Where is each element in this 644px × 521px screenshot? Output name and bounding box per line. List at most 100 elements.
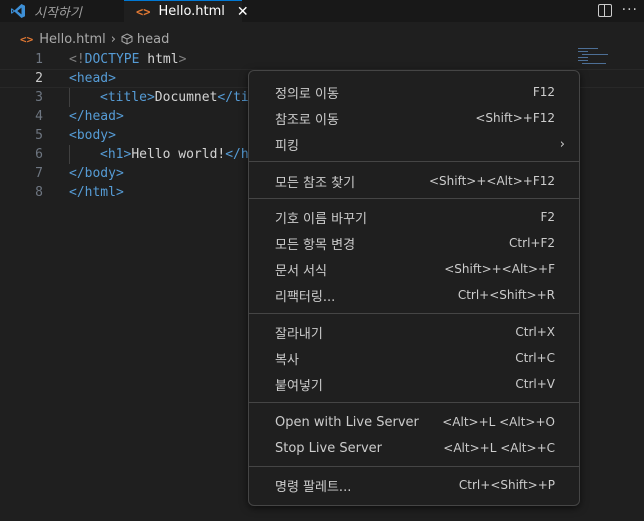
menu-item-label: 명령 팔레트... xyxy=(275,479,352,495)
line-content: <!DOCTYPE html> xyxy=(69,52,186,67)
breadcrumb-symbol[interactable]: head xyxy=(137,32,169,47)
menu-item-label: 복사 xyxy=(275,352,299,368)
menu-item-shortcut: Ctrl+V xyxy=(515,377,555,391)
menu-item-command-palette[interactable]: 명령 팔레트... Ctrl+<Shift>+P xyxy=(253,472,575,498)
menu-item-shortcut: <Shift>+F12 xyxy=(475,111,555,125)
line-number: 5 xyxy=(35,128,43,143)
menu-separator xyxy=(249,198,579,199)
menu-item-shortcut: Ctrl+<Shift>+P xyxy=(458,478,555,492)
code-line: 1 <!DOCTYPE html> xyxy=(0,50,644,69)
minimap-line xyxy=(582,63,606,64)
line-content: </html> xyxy=(69,185,124,200)
menu-item-shortcut: Ctrl+C xyxy=(515,351,555,365)
split-editor-icon[interactable] xyxy=(597,4,612,17)
line-number: 1 xyxy=(35,52,43,67)
cube-icon xyxy=(121,33,133,45)
menu-item-cut[interactable]: 잘라내기 Ctrl+X xyxy=(253,319,575,345)
minimap-line xyxy=(578,48,598,49)
menu-item-go-to-definition[interactable]: 정의로 이동 F12 xyxy=(253,79,575,105)
more-actions-icon[interactable]: ··· xyxy=(622,2,638,18)
menu-item-label: 리팩터링... xyxy=(275,289,336,305)
menu-item-shortcut: Ctrl+F2 xyxy=(509,236,555,250)
menu-item-stop-live-server[interactable]: Stop Live Server <Alt>+L <Alt>+C xyxy=(253,435,575,461)
line-content: <title>Documnet</tit xyxy=(100,90,257,105)
tab-actions: ··· xyxy=(597,2,638,18)
indent-guide xyxy=(69,145,70,164)
line-number: 2 xyxy=(35,71,43,86)
line-content: </head> xyxy=(69,109,124,124)
menu-item-label: 피킹 xyxy=(275,138,299,154)
menu-item-peek[interactable]: 피킹 › xyxy=(253,131,575,157)
html-file-icon: <> xyxy=(136,4,151,19)
tag: <title> xyxy=(100,90,155,105)
line-number: 3 xyxy=(35,90,43,105)
tag: </h xyxy=(225,147,249,162)
html-file-icon: <> xyxy=(20,32,34,46)
chevron-right-icon: › xyxy=(110,31,116,47)
close-icon[interactable]: ✕ xyxy=(237,4,249,20)
menu-item-shortcut: <Alt>+L <Alt>+O xyxy=(442,415,555,429)
menu-item-label: Stop Live Server xyxy=(275,440,382,456)
menu-item-refactor[interactable]: 리팩터링... Ctrl+<Shift>+R xyxy=(253,282,575,308)
menu-item-shortcut: Ctrl+X xyxy=(515,325,555,339)
tab-hello-html[interactable]: <> Hello.html ✕ xyxy=(124,0,249,22)
menu-item-label: 문서 서식 xyxy=(275,263,327,279)
bracket: <! xyxy=(69,52,85,67)
tab-label: Hello.html xyxy=(158,4,225,19)
menu-item-label: 모든 항목 변경 xyxy=(275,237,356,253)
line-content: <h1>Hello world!</h xyxy=(100,147,249,162)
keyword: DOCTYPE xyxy=(84,52,140,67)
menu-item-open-with-live-server[interactable]: Open with Live Server <Alt>+L <Alt>+O xyxy=(253,409,575,435)
line-number: 7 xyxy=(35,166,43,181)
breadcrumb-file[interactable]: Hello.html xyxy=(39,32,105,47)
menu-item-label: Open with Live Server xyxy=(275,414,419,430)
line-content: <head> xyxy=(69,71,116,86)
line-number: 4 xyxy=(35,109,43,124)
indent-guide xyxy=(69,88,70,107)
text: Hello world! xyxy=(131,147,226,162)
menu-item-go-to-references[interactable]: 참조로 이동 <Shift>+F12 xyxy=(253,105,575,131)
menu-item-copy[interactable]: 복사 Ctrl+C xyxy=(253,345,575,371)
line-content: <body> xyxy=(69,128,116,143)
menu-separator xyxy=(249,402,579,403)
line-number: 8 xyxy=(35,185,43,200)
line-content: </body> xyxy=(69,166,124,181)
menu-item-label: 기호 이름 바꾸기 xyxy=(275,211,367,227)
menu-item-shortcut: <Alt>+L <Alt>+C xyxy=(443,441,555,455)
menu-item-shortcut: F12 xyxy=(532,85,555,99)
menu-item-label: 잘라내기 xyxy=(275,326,323,342)
menu-item-shortcut: F2 xyxy=(540,210,555,224)
menu-item-change-all-occurrences[interactable]: 모든 항목 변경 Ctrl+F2 xyxy=(253,230,575,256)
text: Documnet xyxy=(154,90,218,105)
chevron-right-icon: › xyxy=(559,136,565,152)
menu-item-find-all-references[interactable]: 모든 참조 찾기 <Shift>+<Alt>+F12 xyxy=(253,168,575,194)
vscode-icon xyxy=(11,4,25,18)
tab-bar: 시작하기 <> Hello.html ✕ ··· xyxy=(0,0,644,22)
minimap-line xyxy=(578,51,588,52)
bracket: > xyxy=(178,52,187,67)
context-menu: 정의로 이동 F12 참조로 이동 <Shift>+F12 피킹 › 모든 참조… xyxy=(248,70,580,506)
menu-item-label: 정의로 이동 xyxy=(275,86,339,102)
attribute: html xyxy=(139,52,179,67)
menu-item-label: 붙여넣기 xyxy=(275,378,323,394)
tab-getting-started[interactable]: 시작하기 xyxy=(0,0,124,22)
menu-item-paste[interactable]: 붙여넣기 Ctrl+V xyxy=(253,371,575,397)
menu-item-label: 참조로 이동 xyxy=(275,112,339,128)
tag: <h1> xyxy=(100,147,132,162)
minimap-line xyxy=(582,54,608,55)
menu-item-shortcut: <Shift>+<Alt>+F xyxy=(444,262,555,276)
menu-separator xyxy=(249,161,579,162)
menu-item-format-document[interactable]: 문서 서식 <Shift>+<Alt>+F xyxy=(253,256,575,282)
line-number: 6 xyxy=(35,147,43,162)
menu-separator xyxy=(249,313,579,314)
menu-item-rename-symbol[interactable]: 기호 이름 바꾸기 F2 xyxy=(253,204,575,230)
menu-item-shortcut: Ctrl+<Shift>+R xyxy=(457,288,555,302)
menu-item-shortcut: <Shift>+<Alt>+F12 xyxy=(428,174,555,188)
minimap[interactable] xyxy=(578,48,618,78)
tab-label: 시작하기 xyxy=(34,5,82,21)
menu-item-label: 모든 참조 찾기 xyxy=(275,175,356,191)
breadcrumb: <> Hello.html › head xyxy=(0,28,644,50)
minimap-line xyxy=(578,60,588,61)
minimap-line xyxy=(578,57,588,58)
menu-separator xyxy=(249,466,579,467)
